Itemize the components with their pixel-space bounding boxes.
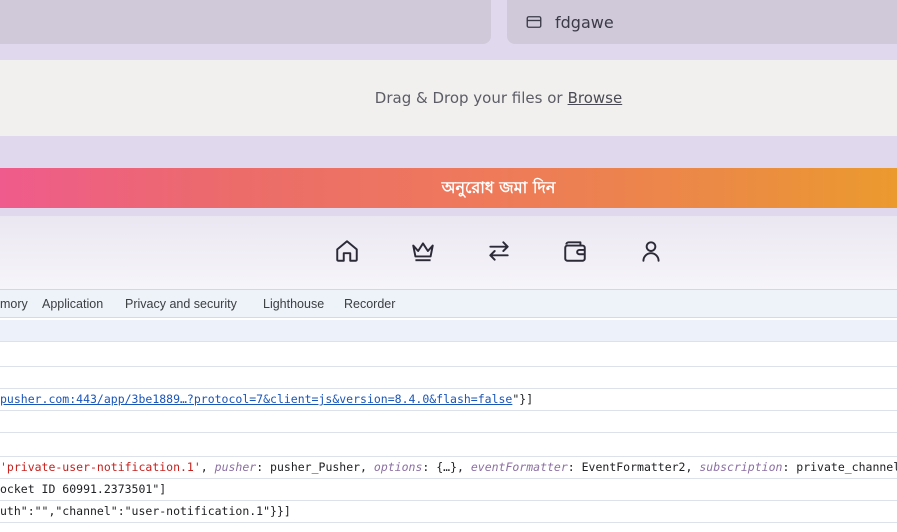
console-text: uth":"","channel":"user-notification.1"}…	[0, 504, 291, 518]
transfer-arrows-icon	[489, 241, 509, 261]
websocket-url-link[interactable]: pusher.com:443/app/3be1889…?protocol=7&c…	[0, 392, 512, 406]
tab-application[interactable]: Application	[42, 297, 103, 311]
user-icon	[642, 241, 660, 262]
browse-link[interactable]: Browse	[568, 89, 623, 107]
file-dropzone[interactable]: Drag & Drop your files or Browse	[0, 60, 897, 136]
devtools-tabbar: mory Application Privacy and security Li…	[0, 290, 897, 318]
nav-wallet[interactable]	[562, 238, 588, 264]
tab-recorder[interactable]: Recorder	[344, 297, 395, 311]
submit-request-button[interactable]: অনুরোধ জমা দিন	[0, 168, 897, 208]
right-input-field[interactable]: fdgawe	[507, 0, 897, 44]
nav-crown[interactable]	[410, 238, 436, 264]
crown-icon	[412, 242, 434, 262]
console-row	[0, 367, 897, 389]
console-string: 'private-user-notification.1'	[0, 460, 201, 474]
submit-button-label: অনুরোধ জমা দিন	[441, 177, 556, 197]
console-key: eventFormatter	[470, 460, 568, 474]
bottom-navigation	[0, 216, 897, 289]
console-text: ,	[200, 460, 215, 474]
console-text: : {…},	[422, 460, 471, 474]
console-text: : pusher_Pusher,	[256, 460, 374, 474]
console-row: uth":"","channel":"user-notification.1"}…	[0, 501, 897, 523]
console-text: "}]	[512, 392, 534, 406]
tab-privacy-security[interactable]: Privacy and security	[125, 297, 237, 311]
console-text: : EventFormatter2,	[567, 460, 700, 474]
dropzone-text: Drag & Drop your files or	[374, 89, 563, 107]
console-key: options	[373, 460, 423, 474]
console-row	[0, 433, 897, 457]
console-row	[0, 411, 897, 433]
console-text: : private_channel_Priva	[782, 460, 897, 474]
console-row	[0, 342, 897, 367]
tab-lighthouse[interactable]: Lighthouse	[263, 297, 324, 311]
wallet-icon	[564, 241, 586, 262]
left-input-field[interactable]	[0, 0, 491, 44]
devtools-panel: mory Application Privacy and security Li…	[0, 289, 897, 532]
card-icon	[526, 16, 542, 28]
nav-home[interactable]	[334, 238, 360, 264]
app-viewport: fdgawe Drag & Drop your files or Browse …	[0, 0, 897, 289]
console-key: subscription	[699, 460, 783, 474]
right-field-value: fdgawe	[555, 12, 614, 32]
console-text: ocket ID 60991.2373501"]	[0, 482, 167, 496]
nav-transfer[interactable]	[486, 238, 512, 264]
console-row: ocket ID 60991.2373501"]	[0, 479, 897, 501]
console-row	[0, 320, 897, 342]
nav-profile[interactable]	[638, 238, 664, 264]
console-row: 'private-user-notification.1', pusher: p…	[0, 457, 897, 479]
home-icon	[336, 240, 358, 262]
tab-memory[interactable]: mory	[0, 297, 28, 311]
console-key: pusher	[214, 460, 257, 474]
console-row: pusher.com:443/app/3be1889…?protocol=7&c…	[0, 389, 897, 411]
